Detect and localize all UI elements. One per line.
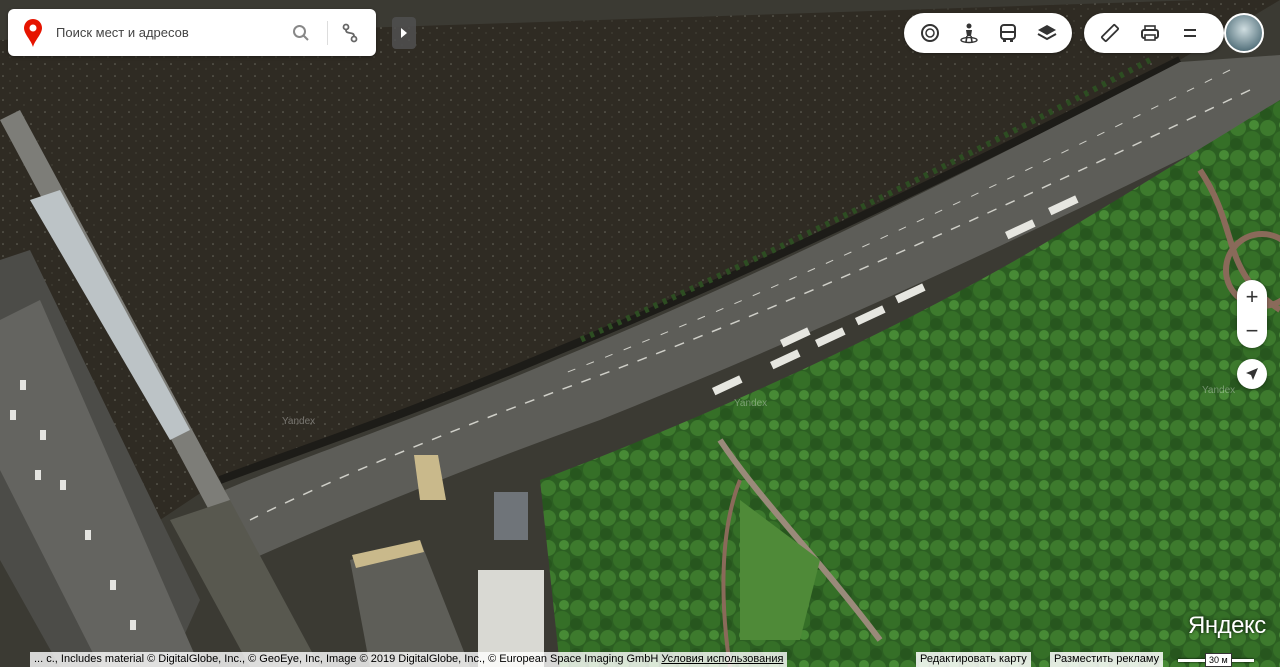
advertise-button[interactable]: Разместить рекламу <box>1050 652 1164 667</box>
street-view-icon[interactable] <box>949 13 988 53</box>
zoom-control: + − <box>1237 280 1267 348</box>
panorama-icon[interactable] <box>910 13 949 53</box>
user-avatar[interactable] <box>1224 13 1264 53</box>
terms-link[interactable]: Условия использования <box>661 653 783 665</box>
scale-label: 30 м <box>1205 653 1232 667</box>
search-box: Поиск мест и адресов <box>8 9 376 56</box>
yandex-watermark: Yandex <box>282 416 316 427</box>
tools-toolbar <box>1084 13 1224 53</box>
yandex-watermark: Yandex <box>734 398 768 409</box>
yandex-logo: Яндекс <box>1188 612 1266 639</box>
yandex-maps-pin-icon[interactable] <box>22 18 44 48</box>
map-layers-toolbar <box>904 13 1072 53</box>
route-icon[interactable] <box>338 21 362 45</box>
chevron-right-icon <box>401 28 407 38</box>
copyright-text: ... c., Includes material © DigitalGlobe… <box>34 653 659 665</box>
scale-bar: 30 м <box>1176 653 1256 667</box>
ruler-icon[interactable] <box>1090 13 1130 53</box>
print-icon[interactable] <box>1130 13 1170 53</box>
geolocation-arrow-icon <box>1246 368 1258 380</box>
divider <box>327 20 328 45</box>
search-input[interactable]: Поиск мест и адресов <box>56 25 289 40</box>
minus-icon[interactable]: − <box>1237 314 1267 348</box>
satellite-imagery <box>0 0 1280 667</box>
bus-icon[interactable] <box>988 13 1027 53</box>
yandex-watermark: Yandex <box>1202 385 1236 396</box>
layers-icon[interactable] <box>1027 13 1066 53</box>
plus-icon[interactable]: + <box>1237 280 1267 314</box>
edit-map-button[interactable]: Редактировать карту <box>916 652 1031 667</box>
copyright-bar: ... c., Includes material © DigitalGlobe… <box>30 652 788 667</box>
menu-icon[interactable] <box>1170 13 1210 53</box>
collapse-panel-button[interactable] <box>392 17 416 49</box>
satellite-map[interactable]: Yandex Yandex Yandex <box>0 0 1280 667</box>
search-icon[interactable] <box>289 21 313 45</box>
geolocation-button[interactable] <box>1237 359 1267 389</box>
